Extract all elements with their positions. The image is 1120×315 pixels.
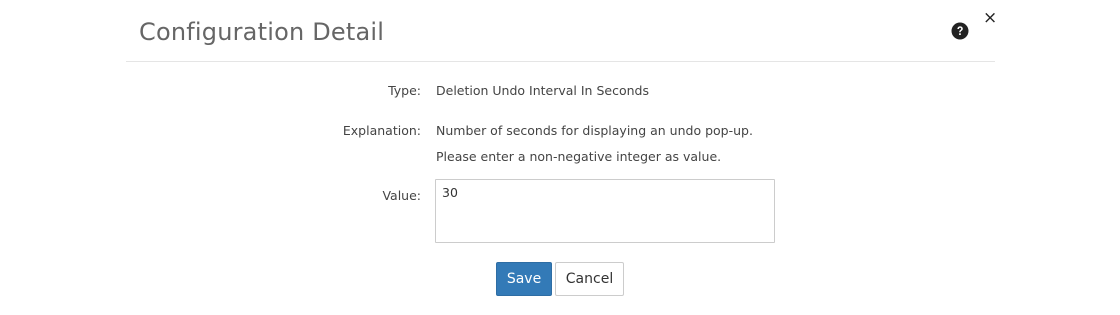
explanation-label: Explanation:: [342, 123, 421, 138]
configuration-detail-dialog: Configuration Detail × Type: Deletion Un…: [0, 0, 1120, 315]
type-label: Type:: [388, 83, 421, 98]
cancel-button[interactable]: Cancel: [555, 262, 624, 296]
explanation-line-1: Number of seconds for displaying an undo…: [436, 123, 753, 138]
question-circle-icon[interactable]: [951, 22, 969, 40]
save-button[interactable]: Save: [496, 262, 552, 296]
value-input[interactable]: [435, 179, 775, 243]
explanation-line-2: Please enter a non-negative integer as v…: [436, 149, 722, 164]
value-label: Value:: [382, 188, 421, 203]
close-icon[interactable]: ×: [983, 10, 997, 27]
dialog-header: Configuration Detail ×: [126, 0, 997, 62]
dialog-title: Configuration Detail: [139, 18, 385, 46]
type-value: Deletion Undo Interval In Seconds: [436, 83, 649, 98]
